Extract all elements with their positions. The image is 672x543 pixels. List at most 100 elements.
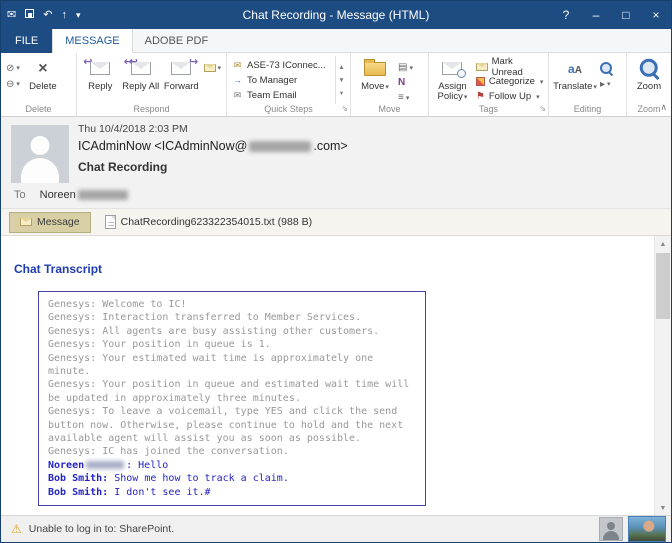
ribbon-group-delete: ⊘▾ ⊖▾ × Delete Delete	[1, 53, 77, 116]
minimize-button[interactable]: –	[581, 1, 611, 29]
tab-file[interactable]: FILE	[1, 29, 52, 53]
save-icon[interactable]	[25, 9, 34, 21]
follow-up-flag-icon: ⚑	[476, 91, 485, 102]
quick-step-icon: →	[232, 75, 243, 85]
forward-button[interactable]: ↪ Forward	[161, 56, 202, 104]
categorize-button[interactable]: Categorize▾	[476, 75, 545, 88]
translate-icon: aA	[568, 60, 582, 78]
rules-button[interactable]: ▤▾	[396, 61, 415, 74]
people-pane-thumbnails	[599, 516, 666, 542]
app-icon: ✉	[7, 10, 16, 21]
warning-icon: ⚠	[11, 522, 22, 536]
dialog-launcher-icon[interactable]: ⇘	[539, 102, 546, 115]
actions-icon: ≡	[398, 92, 404, 103]
follow-up-button[interactable]: ⚑Follow Up▾	[476, 90, 545, 103]
status-message: Unable to log in to: SharePoint.	[29, 523, 174, 535]
vertical-scrollbar[interactable]: ▲ ▼	[654, 236, 671, 517]
qat-customize-icon[interactable]: ▾	[76, 11, 81, 20]
message-icon	[20, 218, 32, 226]
forward-icon: ↪	[171, 62, 191, 75]
gallery-down-button[interactable]: ▼	[336, 74, 347, 87]
scroll-up-button[interactable]: ▲	[655, 236, 671, 253]
message-header: Thu 10/4/2018 2:03 PM ICAdminNow <ICAdmi…	[1, 117, 671, 209]
quick-step-item[interactable]: → To Manager	[230, 73, 332, 87]
contact-photo-placeholder[interactable]	[599, 517, 623, 541]
mark-unread-button[interactable]: Mark Unread	[476, 60, 545, 73]
tab-message[interactable]: MESSAGE	[52, 29, 132, 53]
collapse-ribbon-button[interactable]: ∧	[660, 102, 667, 113]
ribbon: ⊘▾ ⊖▾ × Delete Delete ↩ Reply	[1, 53, 671, 117]
zoom-button[interactable]: Zoom	[630, 56, 668, 104]
move-button[interactable]: Move▾	[354, 56, 396, 104]
message-body: Chat Transcript Genesys: Welcome to IC! …	[1, 236, 671, 517]
chat-transcript-box: Genesys: Welcome to IC! Genesys: Interac…	[38, 291, 426, 506]
quick-step-item[interactable]: ✉ Team Email	[230, 88, 332, 102]
ribbon-group-editing: aA Translate▾ ▸▾ Editing	[549, 53, 627, 116]
ignore-icon: ⊘	[6, 63, 14, 74]
redacted-recipient	[78, 190, 128, 200]
tab-adobe-pdf[interactable]: ADOBE PDF	[133, 29, 221, 53]
mark-unread-icon	[476, 63, 488, 71]
message-tab-button[interactable]: Message	[9, 212, 91, 233]
ribbon-group-quick-steps: ✉ ASE-73 IConnec... → To Manager ✉ Team …	[227, 53, 351, 116]
outlook-message-window: ✉ ↶ ↑ ▾ Chat Recording - Message (HTML) …	[0, 0, 672, 543]
sender-address[interactable]: ICAdminNow <ICAdminNow@.com>	[78, 139, 348, 153]
previous-item-icon[interactable]: ↑	[61, 10, 67, 21]
more-respond-button[interactable]: ▾	[202, 61, 224, 75]
chat-line: Genesys: Interaction transferred to Memb…	[48, 311, 416, 324]
close-button[interactable]: ×	[641, 1, 671, 29]
group-label-zoom: Zoom	[637, 104, 660, 114]
reply-all-icon: ↩↩	[131, 62, 151, 75]
group-label-delete: Delete	[25, 104, 51, 114]
chat-line: Genesys: Your estimated wait time is app…	[48, 352, 416, 379]
categorize-icon	[476, 77, 485, 86]
chat-line: Genesys: Welcome to IC!	[48, 298, 416, 311]
delete-button[interactable]: × Delete	[22, 56, 64, 104]
rules-icon: ▤	[398, 62, 407, 73]
recipient-name[interactable]: Noreen	[40, 189, 130, 201]
onenote-icon: N	[398, 77, 405, 88]
find-button[interactable]	[598, 61, 615, 75]
chat-line: Genesys: All agents are busy assisting o…	[48, 325, 416, 338]
chat-line: Bob Smith: I don't see it.#	[48, 486, 416, 499]
quick-step-item[interactable]: ✉ ASE-73 IConnec...	[230, 58, 332, 72]
dialog-launcher-icon[interactable]: ⇘	[341, 102, 348, 115]
ignore-button[interactable]: ⊘▾	[4, 61, 22, 75]
gallery-up-button[interactable]: ▲	[336, 61, 347, 74]
zoom-icon	[639, 59, 659, 79]
group-label-respond: Respond	[133, 104, 169, 114]
quick-step-icon: ✉	[232, 90, 243, 101]
reply-all-button[interactable]: ↩↩ Reply All	[121, 56, 162, 104]
group-label-move: Move	[378, 104, 400, 114]
chat-line: Genesys: Your position in queue and esti…	[48, 378, 416, 405]
chat-transcript-heading: Chat Transcript	[14, 262, 102, 276]
maximize-button[interactable]: □	[611, 1, 641, 29]
select-icon: ▸	[600, 79, 605, 90]
find-icon	[600, 62, 613, 75]
redacted-name	[86, 461, 124, 469]
txt-file-icon	[105, 215, 116, 229]
chat-line: Genesys: Your position in queue is 1.	[48, 338, 416, 351]
message-date: Thu 10/4/2018 2:03 PM	[78, 123, 188, 135]
titlebar: ✉ ↶ ↑ ▾ Chat Recording - Message (HTML) …	[1, 1, 671, 29]
select-button[interactable]: ▸▾	[598, 77, 615, 91]
more-respond-icon	[204, 64, 216, 72]
chat-line: Genesys: IC has joined the conversation.	[48, 445, 416, 458]
undo-icon[interactable]: ↶	[43, 10, 52, 21]
assign-policy-button[interactable]: AssignPolicy▾	[432, 56, 473, 104]
onenote-button[interactable]: N	[396, 76, 415, 89]
translate-button[interactable]: aA Translate▾	[552, 56, 598, 104]
reply-button[interactable]: ↩ Reply	[80, 56, 121, 104]
chat-line: Noreen: Hello	[48, 459, 416, 472]
assign-policy-icon	[442, 62, 462, 75]
junk-button[interactable]: ⊖▾	[4, 77, 22, 91]
quick-step-icon: ✉	[232, 60, 243, 71]
ribbon-group-tags: AssignPolicy▾ Mark Unread Categorize▾ ⚑F…	[429, 53, 549, 116]
ribbon-group-move: Move▾ ▤▾ N ≡▾ Move	[351, 53, 429, 116]
gallery-more-button[interactable]: ▾	[336, 87, 347, 100]
scrollbar-thumb[interactable]	[656, 253, 670, 319]
window-controls: ? – □ ×	[551, 1, 671, 29]
help-button[interactable]: ?	[551, 1, 581, 29]
contact-photo[interactable]	[628, 516, 666, 542]
attachment-item[interactable]: ChatRecording623322354015.txt (988 B)	[99, 213, 318, 231]
